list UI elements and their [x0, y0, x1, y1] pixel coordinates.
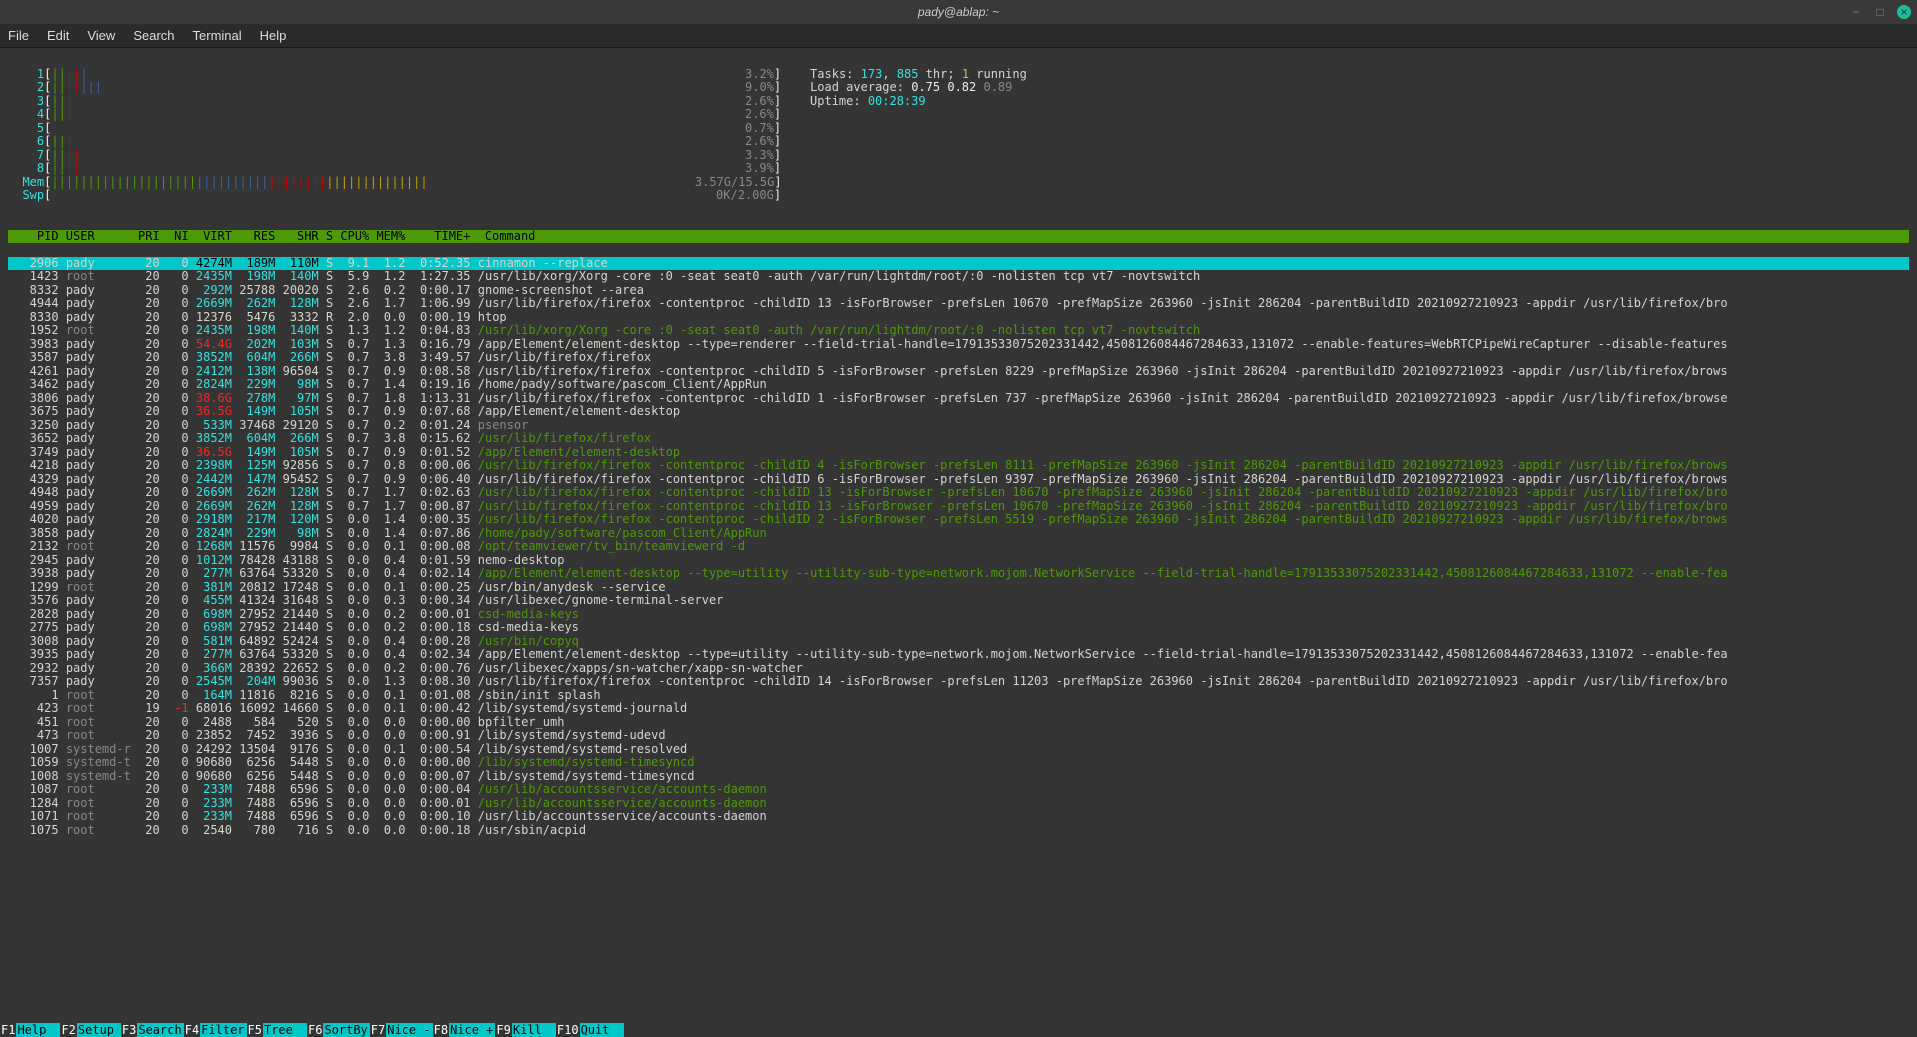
- fkey-F4-label[interactable]: Filter: [200, 1023, 246, 1037]
- maximize-icon[interactable]: □: [1873, 5, 1887, 19]
- process-row[interactable]: 4329 pady 20 0 2442M 147M 95452 S 0.7 0.…: [8, 473, 1909, 487]
- htop-process-list[interactable]: 2906 pady 20 0 4274M 189M 110M S 9.1 1.2…: [8, 257, 1909, 838]
- process-row[interactable]: 3008 pady 20 0 581M 64892 52424 S 0.0 0.…: [8, 635, 1909, 649]
- process-row[interactable]: 2132 root 20 0 1268M 11576 9984 S 0.0 0.…: [8, 540, 1909, 554]
- process-row[interactable]: 3983 pady 20 0 54.4G 202M 103M S 0.7 1.3…: [8, 338, 1909, 352]
- process-row[interactable]: 4959 pady 20 0 2669M 262M 128M S 0.7 1.7…: [8, 500, 1909, 514]
- htop-header-row[interactable]: PID USER PRI NI VIRT RES SHR S CPU% MEM%…: [8, 230, 1909, 244]
- fkey-F6-label[interactable]: SortBy: [323, 1023, 369, 1037]
- fkey-F8-label[interactable]: Nice +: [449, 1023, 495, 1037]
- process-row[interactable]: 1299 root 20 0 381M 20812 17248 S 0.0 0.…: [8, 581, 1909, 595]
- fkey-F9[interactable]: F9: [495, 1023, 511, 1037]
- process-row[interactable]: 4948 pady 20 0 2669M 262M 128M S 0.7 1.7…: [8, 486, 1909, 500]
- process-row[interactable]: 7357 pady 20 0 2545M 204M 99036 S 0.0 1.…: [8, 675, 1909, 689]
- process-row[interactable]: 473 root 20 0 23852 7452 3936 S 0.0 0.0 …: [8, 729, 1909, 743]
- process-row[interactable]: 3250 pady 20 0 533M 37468 29120 S 0.7 0.…: [8, 419, 1909, 433]
- process-row[interactable]: 3576 pady 20 0 455M 41324 31648 S 0.0 0.…: [8, 594, 1909, 608]
- fkey-F1-label[interactable]: Help: [16, 1023, 60, 1037]
- process-row[interactable]: 4218 pady 20 0 2398M 125M 92856 S 0.7 0.…: [8, 459, 1909, 473]
- process-row[interactable]: 1007 systemd-r 20 0 24292 13504 9176 S 0…: [8, 743, 1909, 757]
- process-row[interactable]: 3938 pady 20 0 277M 63764 53320 S 0.0 0.…: [8, 567, 1909, 581]
- process-row[interactable]: 1 root 20 0 164M 11816 8216 S 0.0 0.1 0:…: [8, 689, 1909, 703]
- menu-file[interactable]: File: [8, 28, 29, 43]
- htop-footer[interactable]: F1HelpF2SetupF3SearchF4FilterF5TreeF6Sor…: [0, 1023, 1917, 1037]
- terminal[interactable]: 1[||||| 3.2%] Tasks: 173, 885 thr; 1 run…: [0, 48, 1917, 1037]
- menu-search[interactable]: Search: [133, 28, 174, 43]
- process-row[interactable]: 3587 pady 20 0 3852M 604M 266M S 0.7 3.8…: [8, 351, 1909, 365]
- fkey-F3[interactable]: F3: [121, 1023, 137, 1037]
- fkey-F1[interactable]: F1: [0, 1023, 16, 1037]
- fkey-F5-label[interactable]: Tree: [263, 1023, 307, 1037]
- menu-edit[interactable]: Edit: [47, 28, 69, 43]
- fkey-F10[interactable]: F10: [556, 1023, 580, 1037]
- process-row[interactable]: 2932 pady 20 0 366M 28392 22652 S 0.0 0.…: [8, 662, 1909, 676]
- process-row[interactable]: 4944 pady 20 0 2669M 262M 128M S 2.6 1.7…: [8, 297, 1909, 311]
- process-row[interactable]: 4020 pady 20 0 2918M 217M 120M S 0.0 1.4…: [8, 513, 1909, 527]
- process-row[interactable]: 2906 pady 20 0 4274M 189M 110M S 9.1 1.2…: [8, 257, 1909, 271]
- process-row[interactable]: 3462 pady 20 0 2824M 229M 98M S 0.7 1.4 …: [8, 378, 1909, 392]
- menubar: File Edit View Search Terminal Help: [0, 24, 1917, 48]
- process-row[interactable]: 2828 pady 20 0 698M 27952 21440 S 0.0 0.…: [8, 608, 1909, 622]
- process-row[interactable]: 1071 root 20 0 233M 7488 6596 S 0.0 0.0 …: [8, 810, 1909, 824]
- process-row[interactable]: 1952 root 20 0 2435M 198M 140M S 1.3 1.2…: [8, 324, 1909, 338]
- process-row[interactable]: 3806 pady 20 0 38.6G 278M 97M S 0.7 1.8 …: [8, 392, 1909, 406]
- process-row[interactable]: 451 root 20 0 2488 584 520 S 0.0 0.0 0:0…: [8, 716, 1909, 730]
- fkey-F2-label[interactable]: Setup: [77, 1023, 121, 1037]
- process-row[interactable]: 3858 pady 20 0 2824M 229M 98M S 0.0 1.4 …: [8, 527, 1909, 541]
- menu-view[interactable]: View: [87, 28, 115, 43]
- fkey-F9-label[interactable]: Kill: [512, 1023, 556, 1037]
- fkey-F6[interactable]: F6: [307, 1023, 323, 1037]
- menu-help[interactable]: Help: [260, 28, 287, 43]
- fkey-F10-label[interactable]: Quit: [580, 1023, 624, 1037]
- fkey-F2[interactable]: F2: [60, 1023, 76, 1037]
- process-row[interactable]: 423 root 19 -1 68016 16092 14660 S 0.0 0…: [8, 702, 1909, 716]
- process-row[interactable]: 3749 pady 20 0 36.5G 149M 105M S 0.7 0.9…: [8, 446, 1909, 460]
- process-row[interactable]: 4261 pady 20 0 2412M 138M 96504 S 0.7 0.…: [8, 365, 1909, 379]
- fkey-F7[interactable]: F7: [370, 1023, 386, 1037]
- process-row[interactable]: 8330 pady 20 0 12376 5476 3332 R 2.0 0.0…: [8, 311, 1909, 325]
- process-row[interactable]: 3652 pady 20 0 3852M 604M 266M S 0.7 3.8…: [8, 432, 1909, 446]
- process-row[interactable]: 1284 root 20 0 233M 7488 6596 S 0.0 0.0 …: [8, 797, 1909, 811]
- htop-meters: 1[||||| 3.2%] Tasks: 173, 885 thr; 1 run…: [8, 68, 1909, 217]
- fkey-F5[interactable]: F5: [247, 1023, 263, 1037]
- process-row[interactable]: 1008 systemd-t 20 0 90680 6256 5448 S 0.…: [8, 770, 1909, 784]
- process-row[interactable]: 8332 pady 20 0 292M 25788 20020 S 2.6 0.…: [8, 284, 1909, 298]
- fkey-F7-label[interactable]: Nice -: [386, 1023, 432, 1037]
- process-row[interactable]: 3675 pady 20 0 36.5G 149M 105M S 0.7 0.9…: [8, 405, 1909, 419]
- fkey-F3-label[interactable]: Search: [137, 1023, 183, 1037]
- window-titlebar: pady@ablap: ~ − □ ×: [0, 0, 1917, 24]
- process-row[interactable]: 1423 root 20 0 2435M 198M 140M S 5.9 1.2…: [8, 270, 1909, 284]
- minimize-icon[interactable]: −: [1849, 5, 1863, 19]
- process-row[interactable]: 1087 root 20 0 233M 7488 6596 S 0.0 0.0 …: [8, 783, 1909, 797]
- fkey-F4[interactable]: F4: [184, 1023, 200, 1037]
- process-row[interactable]: 1059 systemd-t 20 0 90680 6256 5448 S 0.…: [8, 756, 1909, 770]
- process-row[interactable]: 3935 pady 20 0 277M 63764 53320 S 0.0 0.…: [8, 648, 1909, 662]
- process-row[interactable]: 2945 pady 20 0 1012M 78428 43188 S 0.0 0…: [8, 554, 1909, 568]
- process-row[interactable]: 2775 pady 20 0 698M 27952 21440 S 0.0 0.…: [8, 621, 1909, 635]
- fkey-F8[interactable]: F8: [433, 1023, 449, 1037]
- close-icon[interactable]: ×: [1897, 5, 1911, 19]
- menu-terminal[interactable]: Terminal: [193, 28, 242, 43]
- window-title: pady@ablap: ~: [918, 5, 999, 19]
- process-row[interactable]: 1075 root 20 0 2540 780 716 S 0.0 0.0 0:…: [8, 824, 1909, 838]
